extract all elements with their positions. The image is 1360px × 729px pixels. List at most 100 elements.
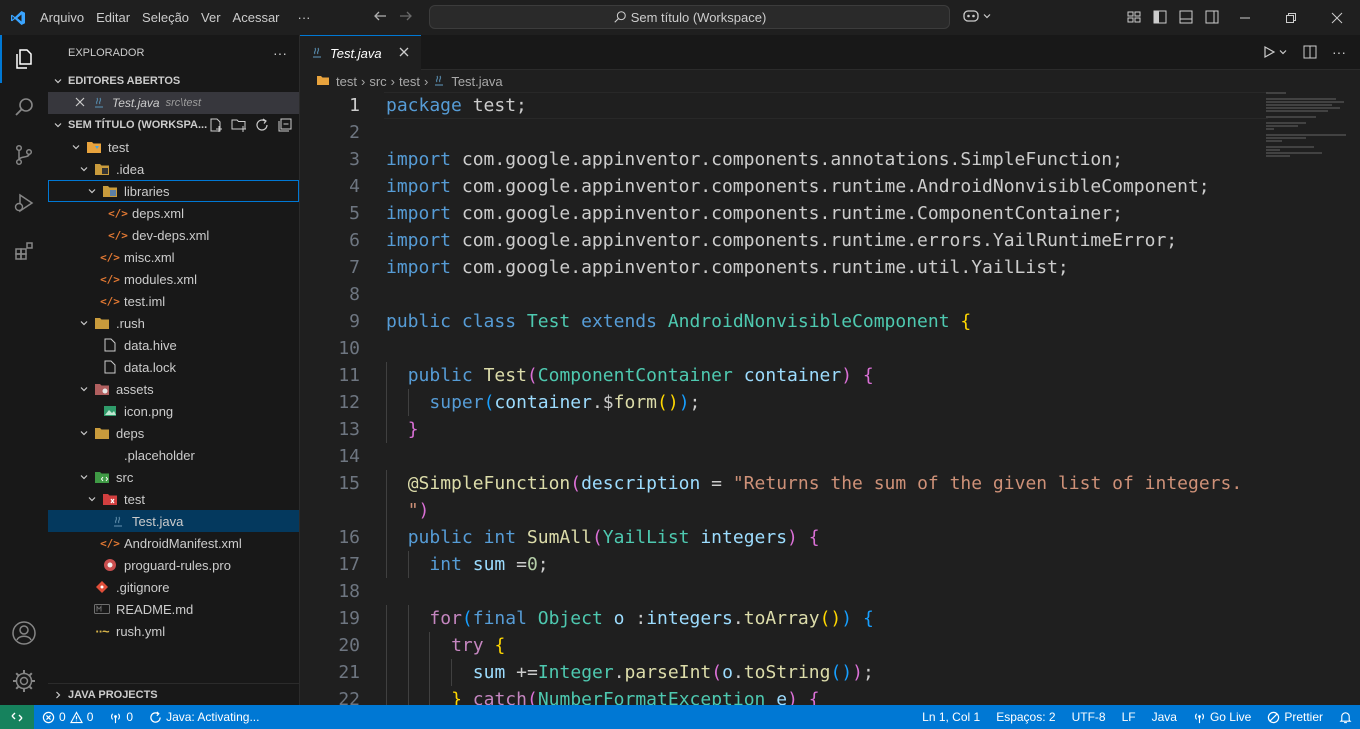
minimap-line [1266, 137, 1306, 139]
forward-arrow-icon[interactable] [398, 8, 414, 29]
breadcrumb-item[interactable]: test [336, 74, 357, 89]
prettier-button[interactable]: Prettier [1259, 705, 1331, 729]
toggle-panel-icon[interactable] [1178, 9, 1194, 25]
code-token: } [407, 419, 419, 440]
extensions-icon[interactable] [0, 227, 48, 275]
go-live-button[interactable]: Go Live [1185, 705, 1259, 729]
tree-item[interactable]: icon.png [48, 400, 299, 422]
language-mode[interactable]: Java [1144, 705, 1185, 729]
tree-item[interactable]: </> dev-deps.xml [48, 224, 299, 246]
refresh-icon[interactable] [254, 117, 270, 133]
breadcrumb-item[interactable]: src [369, 74, 386, 89]
blank-icon [102, 447, 118, 463]
tree-item-label: deps [116, 425, 145, 441]
code-line: 13} [300, 416, 1360, 443]
menu-editar[interactable]: Editar [91, 0, 135, 35]
java-status[interactable]: Java: Activating... [141, 705, 267, 729]
tree-item[interactable]: libraries [48, 180, 299, 202]
line-number: 5 [349, 203, 360, 224]
menu-arquivo[interactable]: Arquivo [35, 0, 89, 35]
tree-item[interactable]: Test.java [48, 510, 299, 532]
breadcrumb-item[interactable]: test [399, 74, 420, 89]
menu-more[interactable]: ··· [293, 0, 316, 35]
close-editor-icon[interactable] [74, 96, 86, 111]
close-window-icon[interactable] [1314, 0, 1360, 35]
java-projects-header[interactable]: JAVA PROJECTS [48, 683, 299, 705]
problems-status[interactable]: 0 0 [34, 705, 101, 729]
toggle-secondary-sidebar-icon[interactable] [1204, 9, 1220, 25]
minimap[interactable] [1266, 92, 1346, 192]
tree-item[interactable]: .gitignore [48, 576, 299, 598]
tree-item[interactable]: </> modules.xml [48, 268, 299, 290]
tree-item[interactable]: </> test.iml [48, 290, 299, 312]
restore-icon[interactable] [1268, 0, 1314, 35]
tree-item[interactable]: </> misc.xml [48, 246, 299, 268]
tree-item[interactable]: test [48, 488, 299, 510]
customize-layout-icon[interactable] [1126, 9, 1142, 25]
open-editors-header[interactable]: EDITORES ABERTOS [48, 70, 299, 92]
run-debug-icon[interactable] [0, 179, 48, 227]
notifications-button[interactable] [1331, 705, 1360, 729]
prettier-icon [1268, 711, 1280, 723]
workspace-header[interactable]: SEM TÍTULO (WORKSPA... [48, 114, 299, 136]
search-activity-icon[interactable] [0, 83, 48, 131]
chevron-down-icon [50, 120, 66, 130]
tree-item[interactable]: test [48, 136, 299, 158]
tree-item[interactable]: assets [48, 378, 299, 400]
new-file-icon[interactable] [208, 117, 224, 133]
code-text: import com.google.appinventor.components… [386, 254, 1069, 281]
tree-item[interactable]: .rush [48, 312, 299, 334]
tree-item[interactable]: </> deps.xml [48, 202, 299, 224]
open-editor-item[interactable]: Test.java src\test [48, 92, 299, 114]
menu-selecao[interactable]: Seleção [137, 0, 194, 35]
minimize-icon[interactable] [1222, 0, 1268, 35]
tree-item[interactable]: proguard-rules.pro [48, 554, 299, 576]
tree-item[interactable]: deps [48, 422, 299, 444]
code-token: ComponentContainer [537, 365, 733, 386]
code-text: import com.google.appinventor.components… [386, 227, 1177, 254]
new-folder-icon[interactable] [231, 117, 247, 133]
tree-item[interactable]: .placeholder [48, 444, 299, 466]
breadcrumb-item[interactable]: Test.java [451, 74, 502, 89]
menu-acessar[interactable]: Acessar [228, 0, 285, 35]
indent-guide [386, 470, 387, 497]
tab-test-java[interactable]: Test.java [300, 35, 421, 70]
menu-ver[interactable]: Ver [196, 0, 226, 35]
explorer-more-button[interactable]: ··· [273, 45, 287, 61]
collapse-all-icon[interactable] [277, 117, 293, 133]
code-token: ( [570, 473, 582, 494]
code-token: ( [711, 662, 723, 683]
warning-icon [69, 710, 83, 723]
code-editor[interactable]: 1 package test; 2 3 import com.google.appinv… [300, 92, 1360, 705]
ports-status[interactable]: 0 [101, 705, 141, 729]
tree-item-label: README.md [116, 601, 194, 617]
code-line: 7 import com.google.appinventor.component… [300, 254, 1360, 281]
encoding[interactable]: UTF-8 [1064, 705, 1114, 729]
tree-item[interactable]: data.hive [48, 334, 299, 356]
run-button[interactable] [1262, 45, 1288, 59]
remote-indicator[interactable] [0, 705, 34, 729]
command-center[interactable]: Sem título (Workspace) [429, 5, 950, 29]
code-token: ( [483, 392, 495, 413]
explorer-icon[interactable] [0, 35, 48, 83]
settings-gear-icon[interactable] [0, 657, 48, 705]
code-line: 20 try { [300, 632, 1360, 659]
end-of-line[interactable]: LF [1114, 705, 1144, 729]
close-tab-icon[interactable] [397, 45, 411, 62]
tree-item[interactable]: </> AndroidManifest.xml [48, 532, 299, 554]
split-editor-icon[interactable] [1302, 44, 1318, 60]
back-arrow-icon[interactable] [372, 8, 388, 29]
tree-item[interactable]: ··~ rush.yml [48, 620, 299, 642]
cursor-position[interactable]: Ln 1, Col 1 [914, 705, 988, 729]
tree-item[interactable]: .idea [48, 158, 299, 180]
toggle-sidebar-icon[interactable] [1152, 9, 1168, 25]
indentation[interactable]: Espaços: 2 [988, 705, 1063, 729]
tree-item[interactable]: data.lock [48, 356, 299, 378]
source-control-icon[interactable] [0, 131, 48, 179]
copilot-button[interactable] [962, 8, 992, 24]
remote-icon [11, 712, 23, 722]
tree-item[interactable]: README.md [48, 598, 299, 620]
more-actions-icon[interactable]: ··· [1332, 44, 1346, 60]
accounts-icon[interactable] [0, 609, 48, 657]
tree-item[interactable]: src [48, 466, 299, 488]
